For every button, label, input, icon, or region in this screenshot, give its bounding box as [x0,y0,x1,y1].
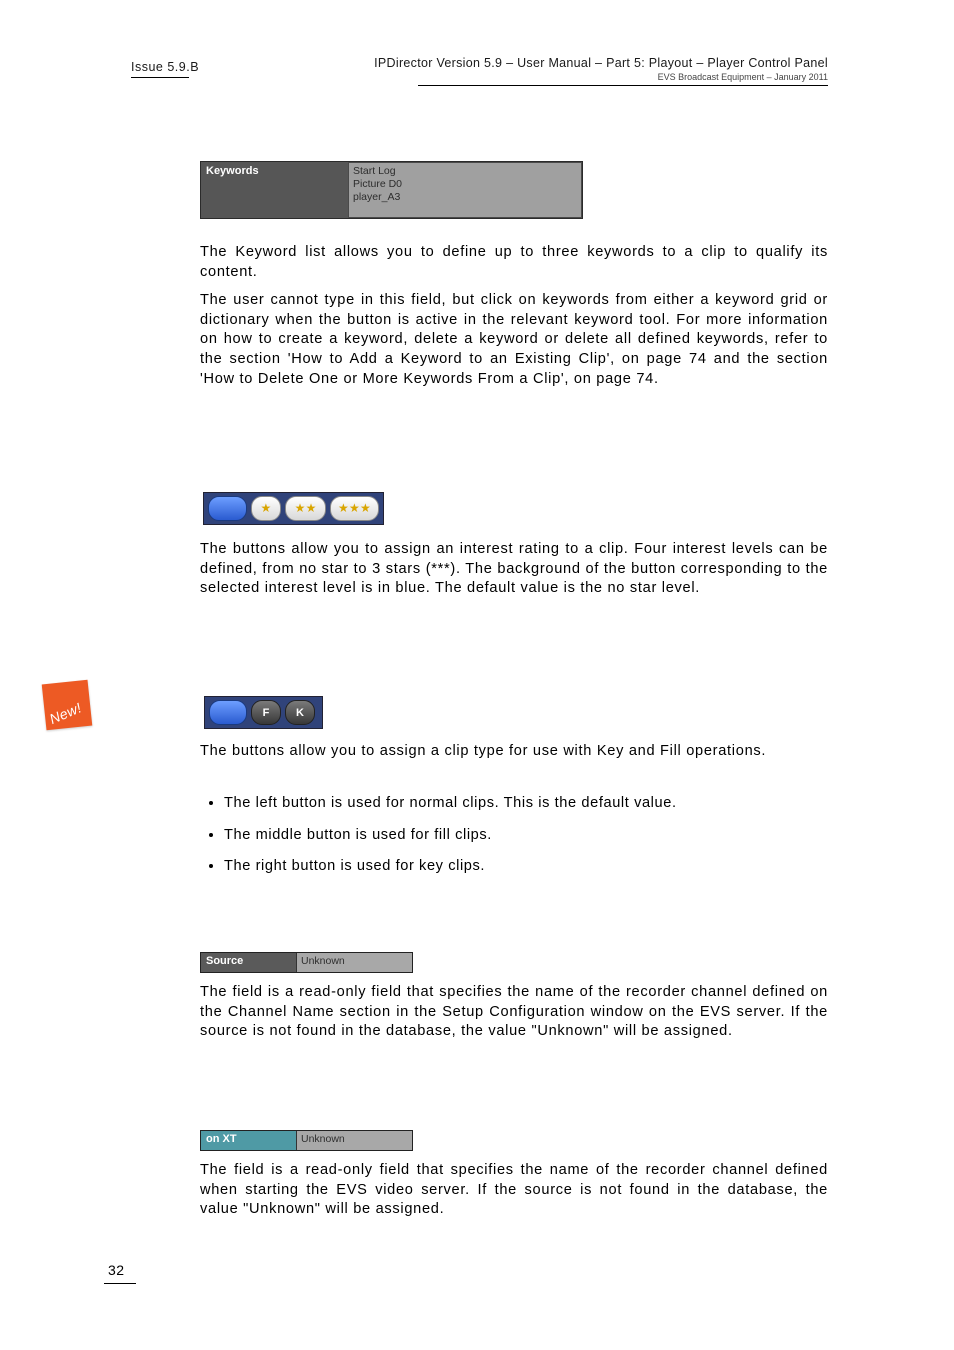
star-icon: ★ [338,503,349,514]
star-icon: ★ [349,503,360,514]
paragraph: The Keyword list allows you to define up… [200,243,828,282]
onxt-value: Unknown [296,1131,412,1150]
interest-rating-none[interactable] [208,496,247,521]
doc-subtitle: EVS Broadcast Equipment – January 2011 [374,72,828,82]
source-label: Source [201,953,296,972]
star-icon: ★ [260,503,271,514]
keywords-label: Keywords [201,162,348,218]
paragraph: The field is a read-only field that spec… [200,983,828,1042]
new-badge-text: New! [47,699,84,727]
header-right: IPDirector Version 5.9 – User Manual – P… [374,56,828,82]
clip-type-normal[interactable] [209,700,247,725]
clip-type-fill[interactable]: F [251,700,281,725]
list-item: The left button is used for normal clips… [224,794,828,814]
list-item: The right button is used for key clips. [224,857,828,877]
keywords-panel: Keywords Start Log Picture D0 player_A3 [200,161,583,219]
page-number-rule [104,1283,136,1284]
interest-rating: ★ ★★ ★★★ [203,492,384,525]
page-number: 32 [108,1262,125,1278]
header-rule-left [131,77,189,78]
interest-rating-2star[interactable]: ★★ [285,496,325,521]
keyword-item: player_A3 [353,191,577,204]
k-icon: K [296,707,304,719]
keyword-item: Picture D0 [353,178,577,191]
star-icon: ★ [360,503,371,514]
star-icon: ★ [306,503,317,514]
bullet-list: The left button is used for normal clips… [200,789,828,889]
clip-type: F K [204,696,323,729]
issue-label: Issue 5.9.B [131,60,199,74]
source-panel: Source Unknown [200,952,413,973]
interest-rating-3star[interactable]: ★★★ [330,496,379,521]
source-value: Unknown [296,953,412,972]
new-badge: New! [42,680,93,731]
keyword-item: Start Log [353,165,577,178]
onxt-panel: on XT Unknown [200,1130,413,1151]
keywords-field[interactable]: Start Log Picture D0 player_A3 [348,162,582,218]
header-rule-right [418,85,828,86]
paragraph: The user cannot type in this field, but … [200,291,828,389]
star-icon: ★ [295,503,306,514]
interest-rating-1star[interactable]: ★ [251,496,282,521]
doc-title: IPDirector Version 5.9 – User Manual – P… [374,56,828,70]
paragraph: The buttons allow you to assign an inter… [200,540,828,599]
list-item: The middle button is used for fill clips… [224,826,828,846]
f-icon: F [263,707,270,719]
clip-type-key[interactable]: K [285,700,315,725]
paragraph: The buttons allow you to assign a clip t… [200,742,828,762]
onxt-label: on XT [201,1131,296,1150]
paragraph: The field is a read-only field that spec… [200,1161,828,1220]
